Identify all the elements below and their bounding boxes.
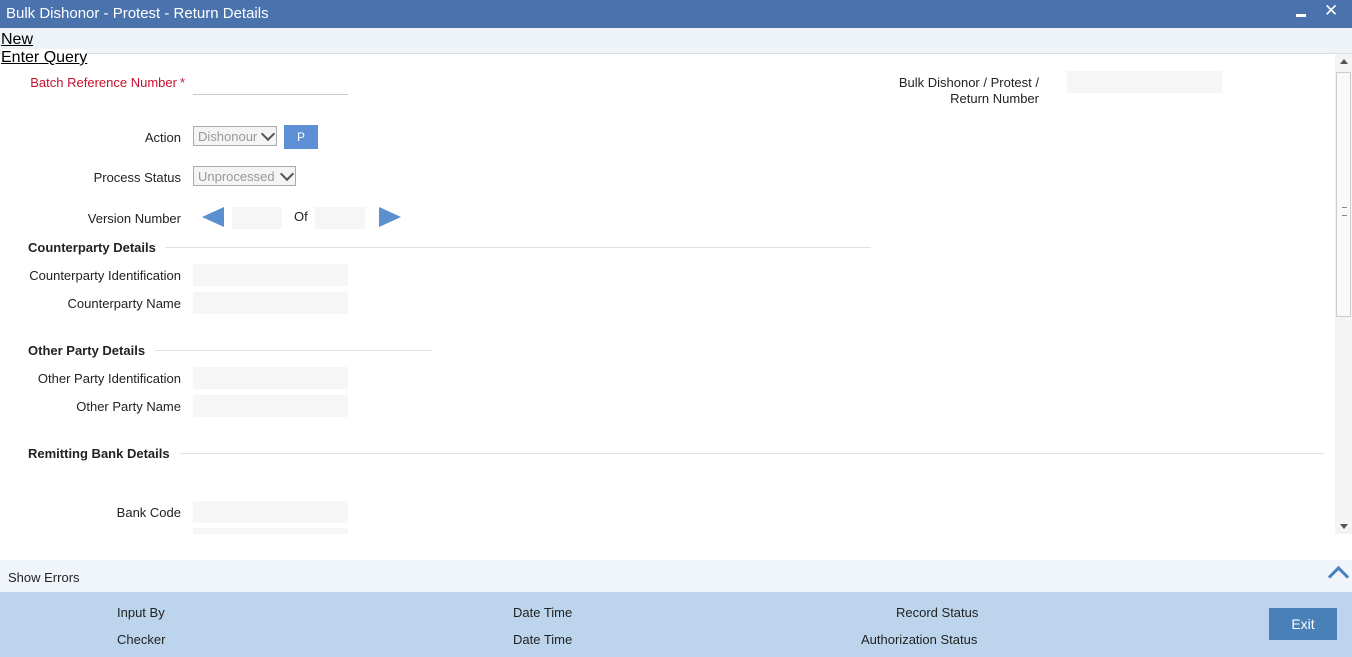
new-link[interactable]: New [1,31,33,49]
grip-icon [1342,207,1347,216]
minimize-icon[interactable] [1295,5,1307,20]
close-icon[interactable]: ✕ [1324,1,1338,21]
scroll-up-icon[interactable] [1340,59,1348,64]
previous-version-icon[interactable] [202,207,224,227]
other-party-id-input[interactable] [193,367,348,389]
action-value: Dishonour [198,129,258,144]
counterparty-id-label: Counterparty Identification [29,268,181,283]
exit-button[interactable]: Exit [1269,608,1337,640]
remitting-bank-details-heading: Remitting Bank Details [28,446,170,461]
date-time-label: Date Time [513,632,573,647]
vertical-scrollbar[interactable] [1335,54,1352,534]
window-title: Bulk Dishonor - Protest - Return Details [6,5,269,22]
next-field-input[interactable] [193,528,348,534]
chevron-down-icon [260,126,276,142]
checker-label: Checker [117,632,166,647]
process-status-select[interactable]: Unprocessed [193,166,296,186]
show-errors-link[interactable]: Show Errors [8,570,80,585]
bank-code-input[interactable] [193,501,348,523]
input-by-label: Input By [117,605,165,620]
counterparty-name-input[interactable] [193,292,348,314]
process-status-value: Unprocessed [198,169,275,184]
other-party-name-label: Other Party Name [76,399,181,414]
batch-reference-label: Batch Reference Number * [30,75,185,90]
section-divider [155,350,432,351]
bank-code-label: Bank Code [116,505,181,520]
section-divider [180,453,1324,454]
scroll-down-icon[interactable] [1340,524,1348,529]
bulk-number-input[interactable] [1067,71,1222,93]
version-number-label: Version Number [87,211,181,226]
other-party-id-label: Other Party Identification [37,371,181,386]
counterparty-id-input[interactable] [193,264,348,286]
version-total-input[interactable] [315,207,365,229]
batch-reference-input[interactable] [193,72,348,95]
other-party-name-input[interactable] [193,395,348,417]
counterparty-details-heading: Counterparty Details [28,240,156,255]
date-time-label: Date Time [513,605,573,620]
errors-bar: Show Errors [0,560,1352,592]
window-titlebar: Bulk Dishonor - Protest - Return Details… [0,0,1352,28]
authorization-status-label: Authorization Status [861,632,978,647]
menu-bar: New Enter Query [0,28,1352,67]
action-label: Action [144,130,181,145]
scrollbar-thumb[interactable] [1336,72,1351,317]
chevron-up-icon[interactable] [1327,565,1350,588]
next-version-icon[interactable] [379,207,401,227]
record-status-label: Record Status [896,605,979,620]
counterparty-name-label: Counterparty Name [67,296,181,311]
p-button[interactable]: P [284,125,318,149]
section-divider [165,247,871,248]
form-content: Batch Reference Number * Bulk Dishonor / … [0,54,1335,534]
of-label: Of [294,209,308,224]
other-party-details-heading: Other Party Details [28,343,146,358]
chevron-down-icon [279,166,295,182]
process-status-label: Process Status [93,170,181,185]
bulk-number-label-2: Return Number [950,91,1039,106]
audit-footer: Input By Checker Date Time Date Time Rec… [0,592,1352,657]
action-select[interactable]: Dishonour [193,126,277,146]
version-current-input[interactable] [232,207,282,229]
bulk-number-label-1: Bulk Dishonor / Protest / [898,75,1039,90]
